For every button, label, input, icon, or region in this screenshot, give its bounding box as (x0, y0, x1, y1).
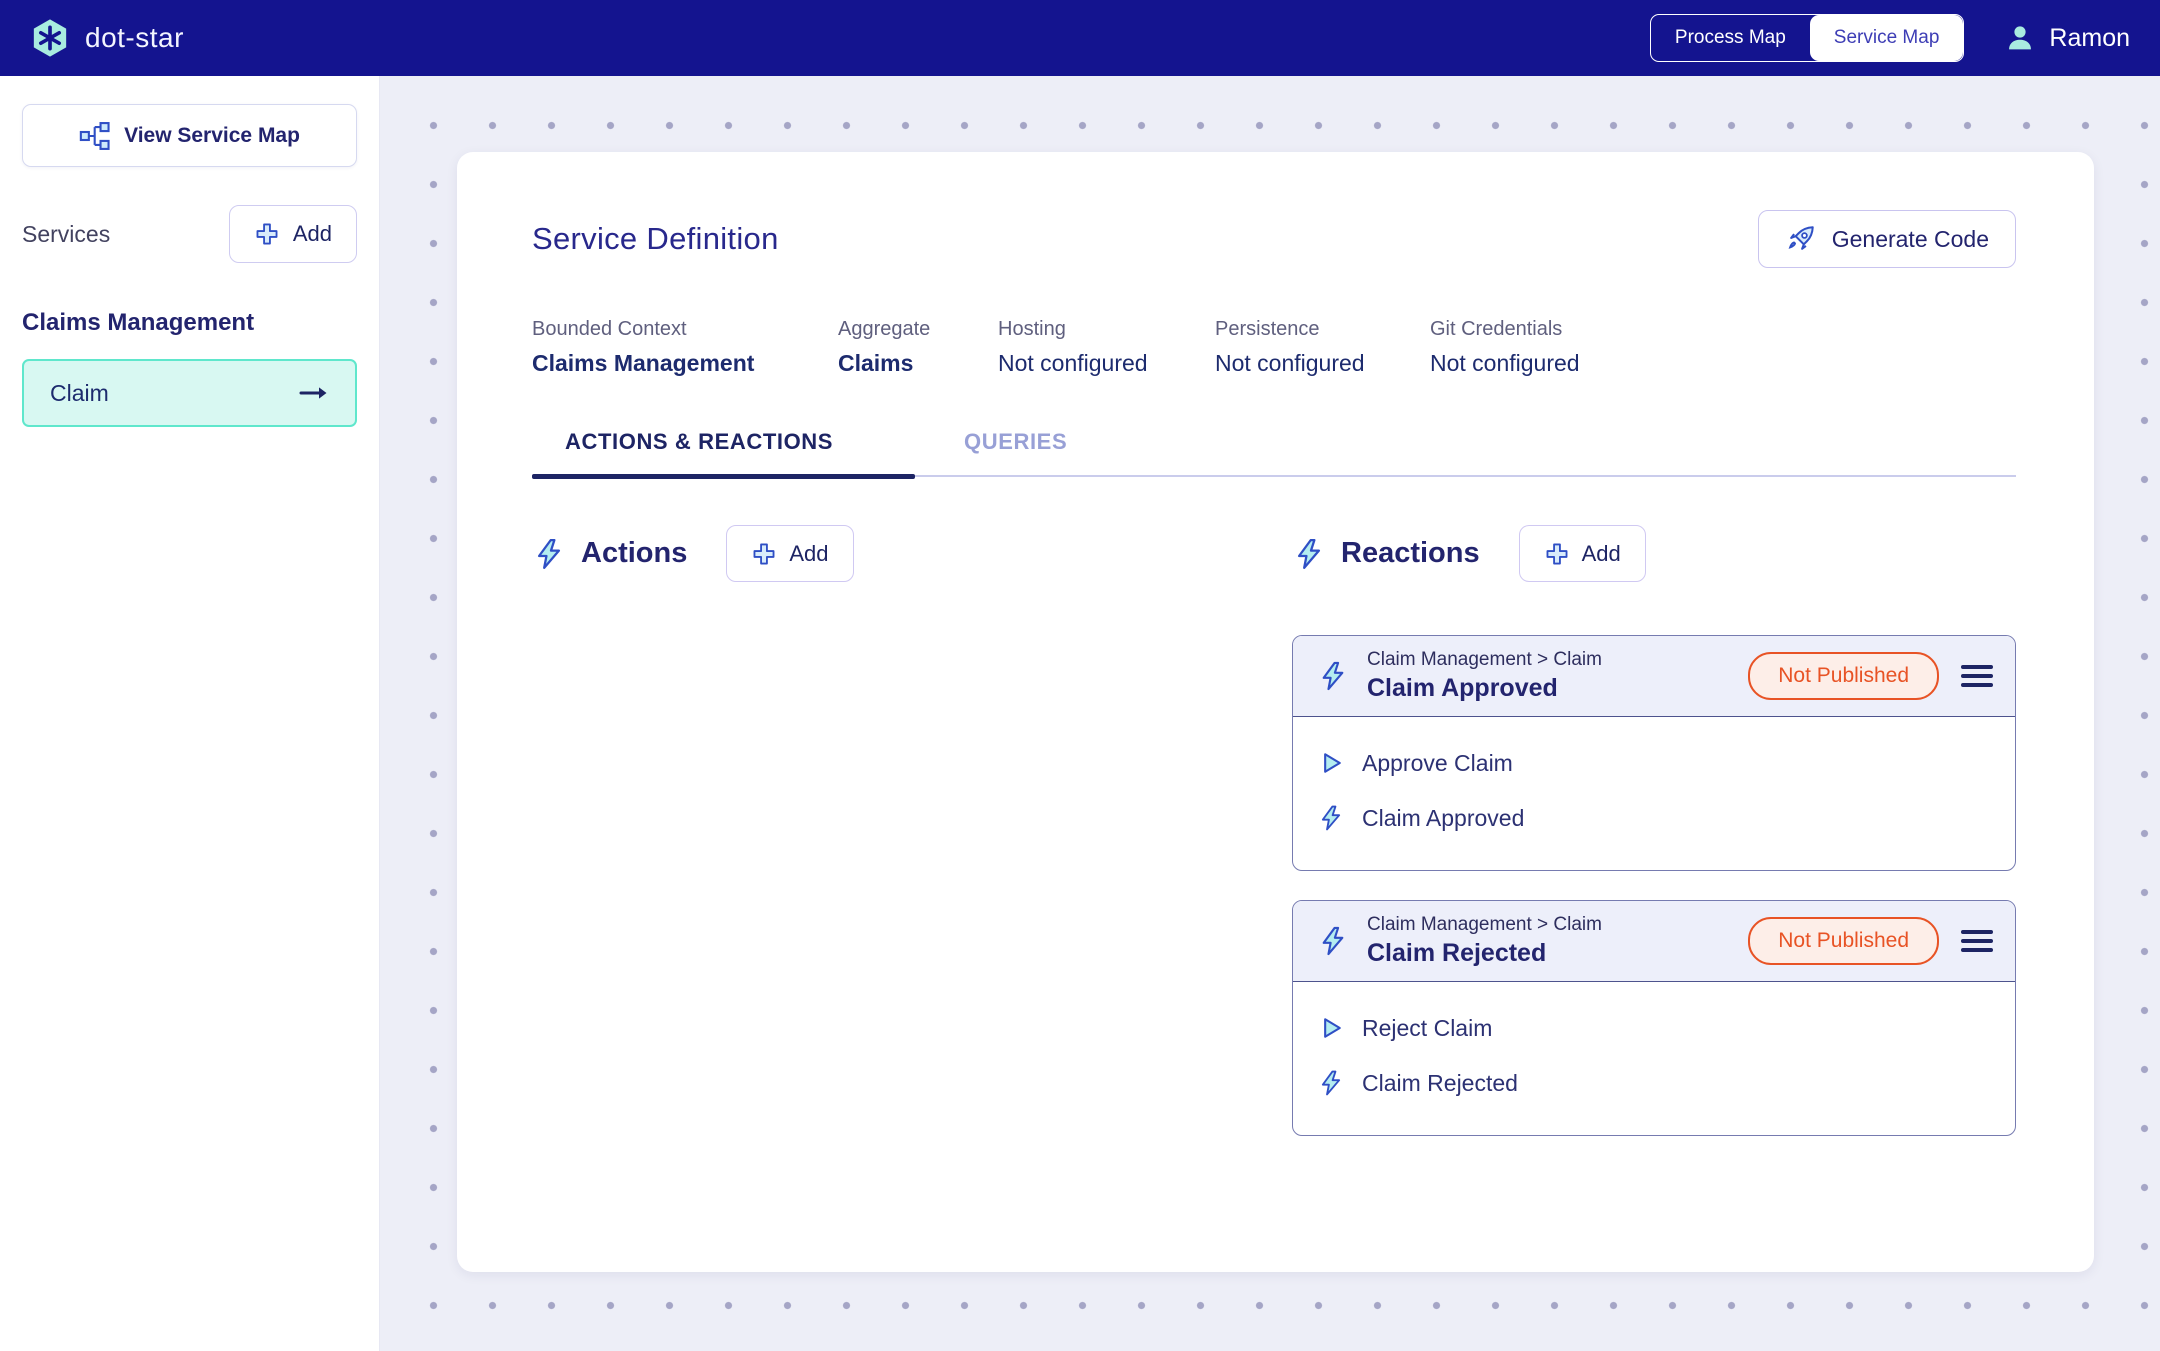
app-root: dot-star Process Map Service Map Ramon (0, 0, 2160, 1351)
list-item: Claim Approved (1317, 804, 1991, 832)
status-badge: Not Published (1748, 917, 1939, 965)
meta-label: Hosting (998, 318, 1215, 341)
meta-value: Not configured (1215, 350, 1430, 377)
play-icon (1317, 749, 1345, 777)
bolt-icon (1292, 537, 1326, 571)
reaction-card-header: Claim Management > Claim Claim Rejected … (1293, 901, 2015, 982)
brand-name: dot-star (85, 22, 184, 54)
reactions-title: Reactions (1341, 537, 1480, 570)
reaction-title: Claim Approved (1367, 674, 1602, 703)
main-area: Service Definition Generate Code (380, 76, 2160, 1351)
process-map-button[interactable]: Process Map (1651, 15, 1810, 61)
meta-value: Not configured (1430, 350, 1580, 377)
services-label: Services (22, 221, 110, 248)
reaction-card-header: Claim Management > Claim Claim Approved … (1293, 636, 2015, 717)
bolt-icon (1317, 1069, 1345, 1097)
list-item: Reject Claim (1317, 1014, 1991, 1042)
add-service-label: Add (293, 221, 332, 247)
meta-label: Persistence (1215, 318, 1430, 341)
menu-icon[interactable] (1961, 661, 1993, 691)
list-item: Approve Claim (1317, 749, 1991, 777)
add-action-label: Add (789, 541, 828, 567)
bolt-icon (532, 537, 566, 571)
list-item-label: Approve Claim (1362, 750, 1513, 777)
view-service-map-button[interactable]: View Service Map (22, 104, 357, 167)
menu-icon[interactable] (1961, 926, 1993, 956)
meta-bounded-context: Bounded Context Claims Management (532, 318, 838, 377)
sidebar-item-label: Claim (50, 380, 109, 407)
generate-code-button[interactable]: Generate Code (1758, 210, 2016, 268)
tab-actions-reactions[interactable]: ACTIONS & REACTIONS (532, 429, 915, 475)
services-header: Services Add (22, 205, 357, 263)
list-item-label: Claim Rejected (1362, 1070, 1518, 1097)
plus-icon (1544, 541, 1570, 567)
add-action-button[interactable]: Add (726, 525, 853, 582)
dot-star-logo-icon (30, 18, 70, 58)
service-map-button[interactable]: Service Map (1810, 15, 1964, 61)
meta-value: Claims Management (532, 350, 838, 377)
map-view-toggle: Process Map Service Map (1650, 14, 1964, 62)
tab-queries[interactable]: QUERIES (915, 429, 1127, 475)
add-reaction-label: Add (1582, 541, 1621, 567)
page-title: Service Definition (532, 221, 779, 257)
meta-value: Not configured (998, 350, 1215, 377)
meta-label: Aggregate (838, 318, 998, 341)
actions-panel: Actions Add (532, 525, 1292, 1136)
plus-icon (751, 541, 777, 567)
reaction-title: Claim Rejected (1367, 939, 1602, 968)
breadcrumb: Claim Management > Claim (1367, 914, 1602, 936)
add-service-button[interactable]: Add (229, 205, 357, 263)
reaction-card-claim-rejected: Claim Management > Claim Claim Rejected … (1292, 900, 2016, 1136)
meta-persistence: Persistence Not configured (1215, 318, 1430, 377)
bolt-icon (1317, 660, 1349, 692)
user-icon (2004, 22, 2036, 54)
reaction-card-body: Reject Claim Claim Rejected (1293, 982, 2015, 1135)
plus-icon (254, 221, 280, 247)
reaction-card-body: Approve Claim Claim Approved (1293, 717, 2015, 870)
service-group-title: Claims Management (22, 309, 357, 337)
list-item-label: Reject Claim (1362, 1015, 1492, 1042)
actions-title: Actions (581, 537, 687, 570)
meta-value: Claims (838, 350, 998, 377)
meta-aggregate: Aggregate Claims (838, 318, 998, 377)
bolt-icon (1317, 925, 1349, 957)
meta-label: Git Credentials (1430, 318, 1580, 341)
tab-bar: ACTIONS & REACTIONS QUERIES (532, 429, 2016, 477)
bolt-icon (1317, 804, 1345, 832)
rocket-icon (1785, 223, 1817, 255)
user-name: Ramon (2049, 24, 2130, 53)
meta-hosting: Hosting Not configured (998, 318, 1215, 377)
reaction-card-claim-approved: Claim Management > Claim Claim Approved … (1292, 635, 2016, 871)
meta-git-credentials: Git Credentials Not configured (1430, 318, 1580, 377)
navbar-right: Process Map Service Map Ramon (1650, 14, 2130, 62)
status-badge: Not Published (1748, 652, 1939, 700)
user-menu[interactable]: Ramon (2004, 22, 2130, 54)
arrow-right-icon (299, 384, 329, 402)
service-meta: Bounded Context Claims Management Aggreg… (532, 318, 2016, 377)
list-item-label: Claim Approved (1362, 805, 1524, 832)
meta-label: Bounded Context (532, 318, 838, 341)
sidebar-item-claim[interactable]: Claim (22, 359, 357, 427)
view-service-map-label: View Service Map (124, 124, 300, 148)
list-item: Claim Rejected (1317, 1069, 1991, 1097)
sidebar: View Service Map Services Add Claims Man… (0, 76, 380, 1351)
reactions-panel: Reactions Add (1292, 525, 2016, 1136)
add-reaction-button[interactable]: Add (1519, 525, 1646, 582)
play-icon (1317, 1014, 1345, 1042)
service-map-icon (79, 121, 111, 151)
top-navbar: dot-star Process Map Service Map Ramon (0, 0, 2160, 76)
generate-code-label: Generate Code (1832, 226, 1989, 253)
brand: dot-star (30, 18, 184, 58)
breadcrumb: Claim Management > Claim (1367, 649, 1602, 671)
service-definition-card: Service Definition Generate Code (457, 152, 2094, 1272)
